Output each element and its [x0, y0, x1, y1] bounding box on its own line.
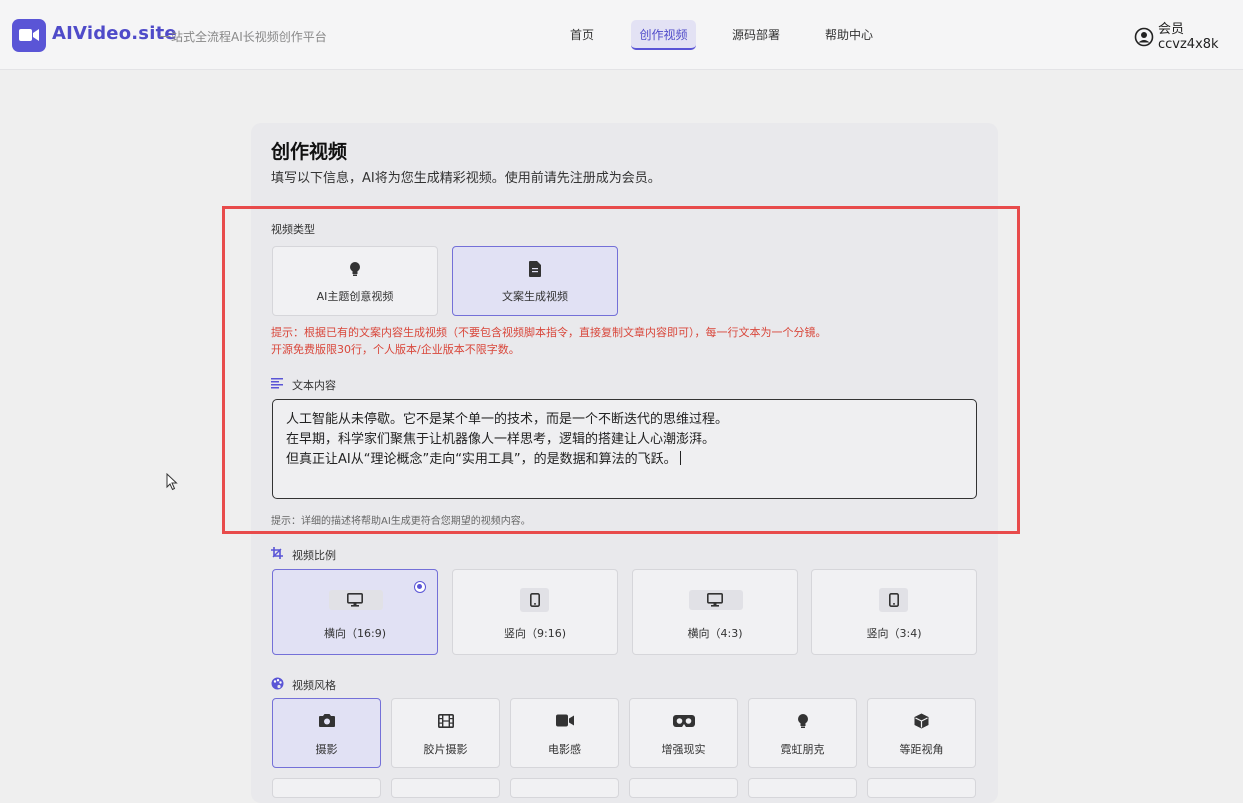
video-type-script-label: 文案生成视频: [502, 290, 568, 303]
style-photography[interactable]: 摄影: [272, 698, 381, 768]
nav-home[interactable]: 首页: [562, 20, 602, 50]
cube-icon: [914, 713, 929, 729]
style-augmented-reality[interactable]: 增强现实: [629, 698, 738, 768]
film-icon: [437, 714, 454, 728]
video-type-ai-theme-label: AI主题创意视频: [316, 290, 394, 303]
palette-icon: [271, 677, 284, 690]
text-line-3: 但真正让AI从“理论概念”走向“实用工具”，的是数据和算法的飞跃。: [286, 452, 677, 467]
logo-video-icon[interactable]: [12, 19, 46, 52]
top-header: AIVideo.site 一站式全流程AI长视频创作平台 首页 创作视频 源码部…: [0, 0, 1243, 70]
aspect-3-4[interactable]: 竖向（3:4): [811, 569, 977, 655]
aspect-9-16[interactable]: 竖向（9:16): [452, 569, 618, 655]
video-type-label: 视频类型: [271, 223, 315, 236]
text-line-1: 人工智能从未停歇。它不是某个单一的技术，而是一个不断迭代的思维过程。: [286, 412, 729, 427]
user-id[interactable]: ccvz4x8k: [1158, 37, 1219, 52]
video-type-hint-line1: 提示：根据已有的文案内容生成视频（不要包含视频脚本指令，直接复制文章内容即可），…: [271, 326, 827, 339]
aspect-16-9[interactable]: 横向（16:9): [272, 569, 438, 655]
nav-source-deploy[interactable]: 源码部署: [726, 20, 786, 50]
video-style-label: 视频风格: [292, 679, 336, 692]
style-cinematic-label: 电影感: [548, 743, 581, 756]
video-type-ai-theme[interactable]: AI主题创意视频: [272, 246, 438, 316]
text-line-2: 在早期，科学家们聚焦于让机器像人一样思考，逻辑的搭建让人心潮澎湃。: [286, 432, 716, 447]
page-title: 创作视频: [271, 141, 348, 163]
text-content-textarea[interactable]: 人工智能从未停歇。它不是某个单一的技术，而是一个不断迭代的思维过程。 在早期，科…: [272, 399, 977, 499]
style-cinematic[interactable]: 电影感: [510, 698, 619, 768]
style-option-next-row[interactable]: [272, 778, 381, 798]
style-film[interactable]: 胶片摄影: [391, 698, 500, 768]
aspect-ratio-label: 视频比例: [292, 549, 336, 562]
brand-slogan: 一站式全流程AI长视频创作平台: [159, 30, 327, 44]
phone-icon: [530, 593, 540, 607]
nav-help-center[interactable]: 帮助中心: [819, 20, 879, 50]
style-option-next-row[interactable]: [867, 778, 976, 798]
style-augmented-reality-label: 增强现实: [661, 743, 706, 756]
aspect-16-9-label: 横向（16:9): [324, 627, 386, 640]
style-option-next-row[interactable]: [748, 778, 857, 798]
page-subtitle: 填写以下信息，AI将为您生成精彩视频。使用前请先注册成为会员。: [271, 171, 661, 186]
text-align-icon: [271, 378, 283, 389]
video-type-script[interactable]: 文案生成视频: [452, 246, 618, 316]
text-content-label: 文本内容: [292, 379, 336, 392]
lightbulb-icon: [797, 714, 808, 728]
aspect-3-4-label: 竖向（3:4): [866, 627, 922, 640]
style-photography-label: 摄影: [315, 743, 338, 756]
text-caret: [679, 451, 681, 465]
nav-create-video[interactable]: 创作视频: [631, 20, 696, 50]
monitor-icon: [347, 593, 363, 607]
style-neon-punk[interactable]: 霓虹朋克: [748, 698, 857, 768]
style-option-next-row[interactable]: [510, 778, 619, 798]
mouse-pointer-icon: [166, 473, 178, 491]
crop-icon: [271, 547, 283, 559]
video-type-hint-line2: 开源免费版限30行，个人版本/企业版本不限字数。: [271, 343, 520, 356]
camera-icon: [318, 714, 335, 727]
style-neon-punk-label: 霓虹朋克: [780, 743, 825, 756]
style-isometric[interactable]: 等距视角: [867, 698, 976, 768]
user-avatar-icon[interactable]: [1134, 27, 1154, 47]
monitor-icon: [707, 593, 723, 607]
aspect-4-3-label: 横向（4:3): [687, 627, 743, 640]
vr-goggles-icon: [672, 715, 695, 727]
video-camera-icon: [555, 714, 574, 727]
style-option-next-row[interactable]: [629, 778, 738, 798]
style-option-next-row[interactable]: [391, 778, 500, 798]
text-content-hint: 提示：详细的描述将帮助AI生成更符合您期望的视频内容。: [271, 516, 531, 527]
aspect-4-3[interactable]: 横向（4:3): [632, 569, 798, 655]
aspect-selected-radio[interactable]: [414, 581, 426, 593]
style-film-label: 胶片摄影: [423, 743, 468, 756]
document-icon: [529, 261, 541, 277]
style-isometric-label: 等距视角: [899, 743, 944, 756]
phone-icon: [889, 593, 899, 607]
aspect-9-16-label: 竖向（9:16): [504, 627, 566, 640]
user-member-label[interactable]: 会员: [1158, 18, 1184, 37]
lightbulb-icon: [350, 262, 360, 276]
